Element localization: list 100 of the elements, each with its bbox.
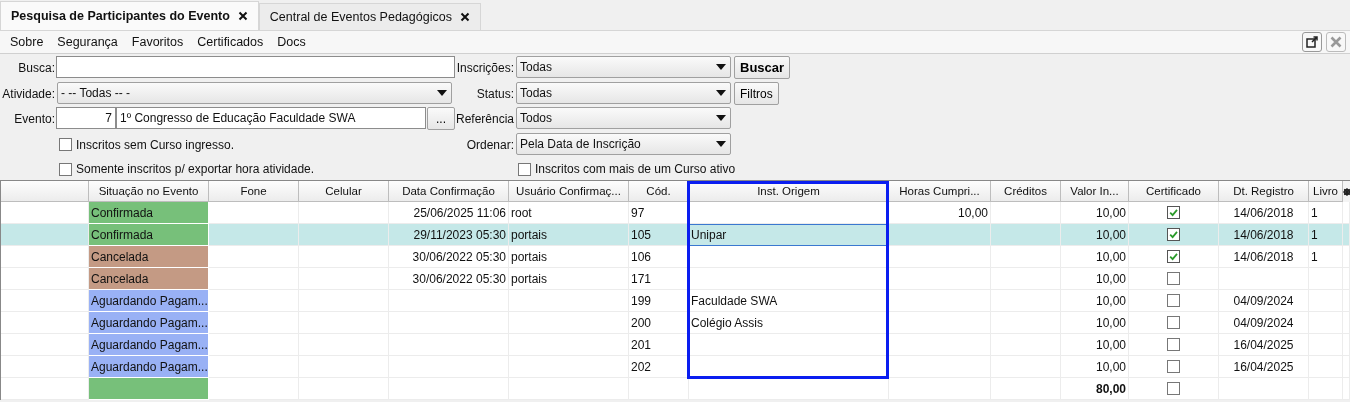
table-cell: 80,00 [1095, 381, 1126, 396]
checkbox[interactable] [1167, 338, 1180, 351]
field-label: Busca: [17, 61, 56, 75]
table-cell: 202 [631, 359, 652, 374]
field-label: Evento: [13, 112, 56, 126]
checkbox[interactable] [1167, 316, 1180, 329]
field-label: Ordenar: [465, 137, 515, 152]
tab[interactable]: Pesquisa de Participantes do Evento [0, 1, 259, 30]
field-label: Referência [455, 112, 515, 126]
table-cell: portais [511, 227, 548, 242]
table-cell: 16/04/2025 [1233, 359, 1294, 374]
table-cell: 04/09/2024 [1233, 293, 1294, 308]
table-cell: 10,00 [1095, 315, 1126, 330]
column-header[interactable]: Horas Cumpri... [889, 181, 991, 202]
search-button[interactable]: Buscar [734, 56, 791, 79]
table-row[interactable]: 80,00 [1, 378, 1350, 400]
dropdown[interactable]: - -- Todas -- - [57, 82, 452, 104]
table-cell: 10,00 [1095, 227, 1126, 242]
table-cell: 1 [1311, 227, 1318, 242]
column-header[interactable]: Celular [299, 181, 389, 202]
column-header[interactable]: Livro [1309, 181, 1343, 202]
table-row[interactable]: Cancelada 30/06/2022 05:30 portais 106 10,00 14/06/2018 1 [1, 246, 1350, 268]
table-cell: 199 [631, 293, 652, 308]
table-cell: 30/06/2022 05:30 [412, 249, 506, 264]
checkbox[interactable] [1167, 272, 1180, 285]
status-cell: Cancelada [89, 268, 209, 290]
checkbox[interactable] [1167, 294, 1180, 307]
table-cell: 106 [631, 249, 652, 264]
table-cell: Colégio Assis [691, 315, 764, 330]
event-field[interactable]: 1º Congresso de Educação Faculdade SWA [116, 107, 426, 129]
table-cell: portais [511, 249, 548, 264]
table-cell: root [511, 205, 532, 220]
checkbox[interactable] [1167, 250, 1180, 263]
checkbox[interactable] [1167, 382, 1180, 395]
column-header[interactable]: Créditos [991, 181, 1061, 202]
close-icon[interactable] [237, 11, 248, 21]
table-row[interactable]: Cancelada 30/06/2022 05:30 portais 171 10,00 [1, 268, 1350, 290]
tab[interactable]: Central de Eventos Pedagógicos [258, 3, 481, 30]
close-icon[interactable] [459, 12, 470, 22]
column-header[interactable]: Situação no Evento [89, 181, 209, 202]
checkbox[interactable] [59, 138, 72, 151]
table-cell: 25/06/2025 11:06 [413, 205, 506, 220]
column-header[interactable]: Cód. [629, 181, 689, 202]
checkbox[interactable] [1167, 228, 1180, 241]
status-cell: Aguardando Pagam... [89, 334, 209, 356]
settings-icon[interactable] [1343, 186, 1350, 197]
search-field[interactable] [56, 56, 455, 78]
checkbox[interactable] [1167, 206, 1180, 219]
checkbox[interactable] [59, 162, 72, 176]
table-cell: 10,00 [1095, 271, 1126, 286]
dropdown[interactable]: Pela Data de Inscrição [516, 133, 731, 155]
browse-button[interactable]: ... [427, 107, 455, 130]
table-cell: 97 [631, 205, 645, 220]
filter-button[interactable]: Filtros [734, 82, 779, 105]
table-cell: 14/06/2018 [1233, 227, 1294, 242]
column-header[interactable]: Data Confirmação [389, 181, 509, 202]
checkbox[interactable] [518, 162, 531, 176]
column-header[interactable]: Dt. Registro [1219, 181, 1309, 202]
status-cell: Cancelada [89, 246, 209, 268]
table-cell: 10,00 [1095, 205, 1126, 220]
menu-item[interactable]: Sobre [3, 35, 51, 49]
table-row[interactable]: Aguardando Pagam... 200 Colégio Assis 10,00 04/09/2024 [1, 312, 1350, 334]
table-cell: 171 [631, 271, 652, 286]
table-cell: 1 [1311, 249, 1318, 264]
table-cell: 105 [631, 227, 652, 242]
column-header[interactable]: Certificado [1129, 181, 1219, 202]
checkbox-label: Inscritos sem Curso ingresso. [76, 137, 235, 152]
status-cell: Aguardando Pagam... [89, 290, 209, 312]
dropdown[interactable]: Todas [516, 82, 731, 104]
table-cell: 30/06/2022 05:30 [412, 271, 506, 286]
table-cell: 10,00 [1095, 337, 1126, 352]
column-header[interactable]: Valor In... [1061, 181, 1129, 202]
dropdown[interactable]: Todas [516, 56, 731, 78]
column-header[interactable]: Usuário Confirmaç... [509, 181, 629, 202]
status-cell: Confirmada [89, 202, 209, 224]
external-link-icon[interactable] [1302, 32, 1322, 52]
column-header[interactable]: Fone [209, 181, 299, 202]
code-field[interactable]: 7 [56, 107, 116, 129]
status-cell: Confirmada [89, 224, 209, 246]
dropdown[interactable]: Todos [516, 107, 731, 129]
field-label: Inscrições: [455, 61, 515, 75]
table-cell: 04/09/2024 [1233, 315, 1294, 330]
field-label: Atividade: [1, 86, 56, 101]
table-row[interactable]: Aguardando Pagam... 199 Faculdade SWA 10,00 04/09/2024 [1, 290, 1350, 312]
table-row[interactable]: Aguardando Pagam... 202 10,00 16/04/2025 [1, 356, 1350, 378]
checkbox-label: Somente inscritos p/ exportar hora atividade. [76, 162, 315, 176]
menu-item[interactable]: Segurança [50, 35, 125, 49]
table-cell: 10,00 [1095, 359, 1126, 374]
menu-item[interactable]: Certificados [190, 35, 271, 49]
table-cell: 10,00 [957, 205, 988, 220]
menu-item[interactable]: Docs [270, 35, 313, 49]
checkbox[interactable] [1167, 360, 1180, 373]
table-cell: 201 [631, 337, 652, 352]
menu-item[interactable]: Favoritos [124, 35, 191, 49]
table-cell: 10,00 [1095, 249, 1126, 264]
table-cell: 29/11/2023 05:30 [413, 227, 506, 242]
table-cell: portais [511, 271, 548, 286]
table-row[interactable]: Confirmada 29/11/2023 05:30 portais 105 Unipar 10,00 14/06/2018 1 [1, 224, 1350, 246]
table-row[interactable]: Aguardando Pagam... 201 10,00 16/04/2025 [1, 334, 1350, 356]
field-label: Status: [475, 86, 515, 101]
